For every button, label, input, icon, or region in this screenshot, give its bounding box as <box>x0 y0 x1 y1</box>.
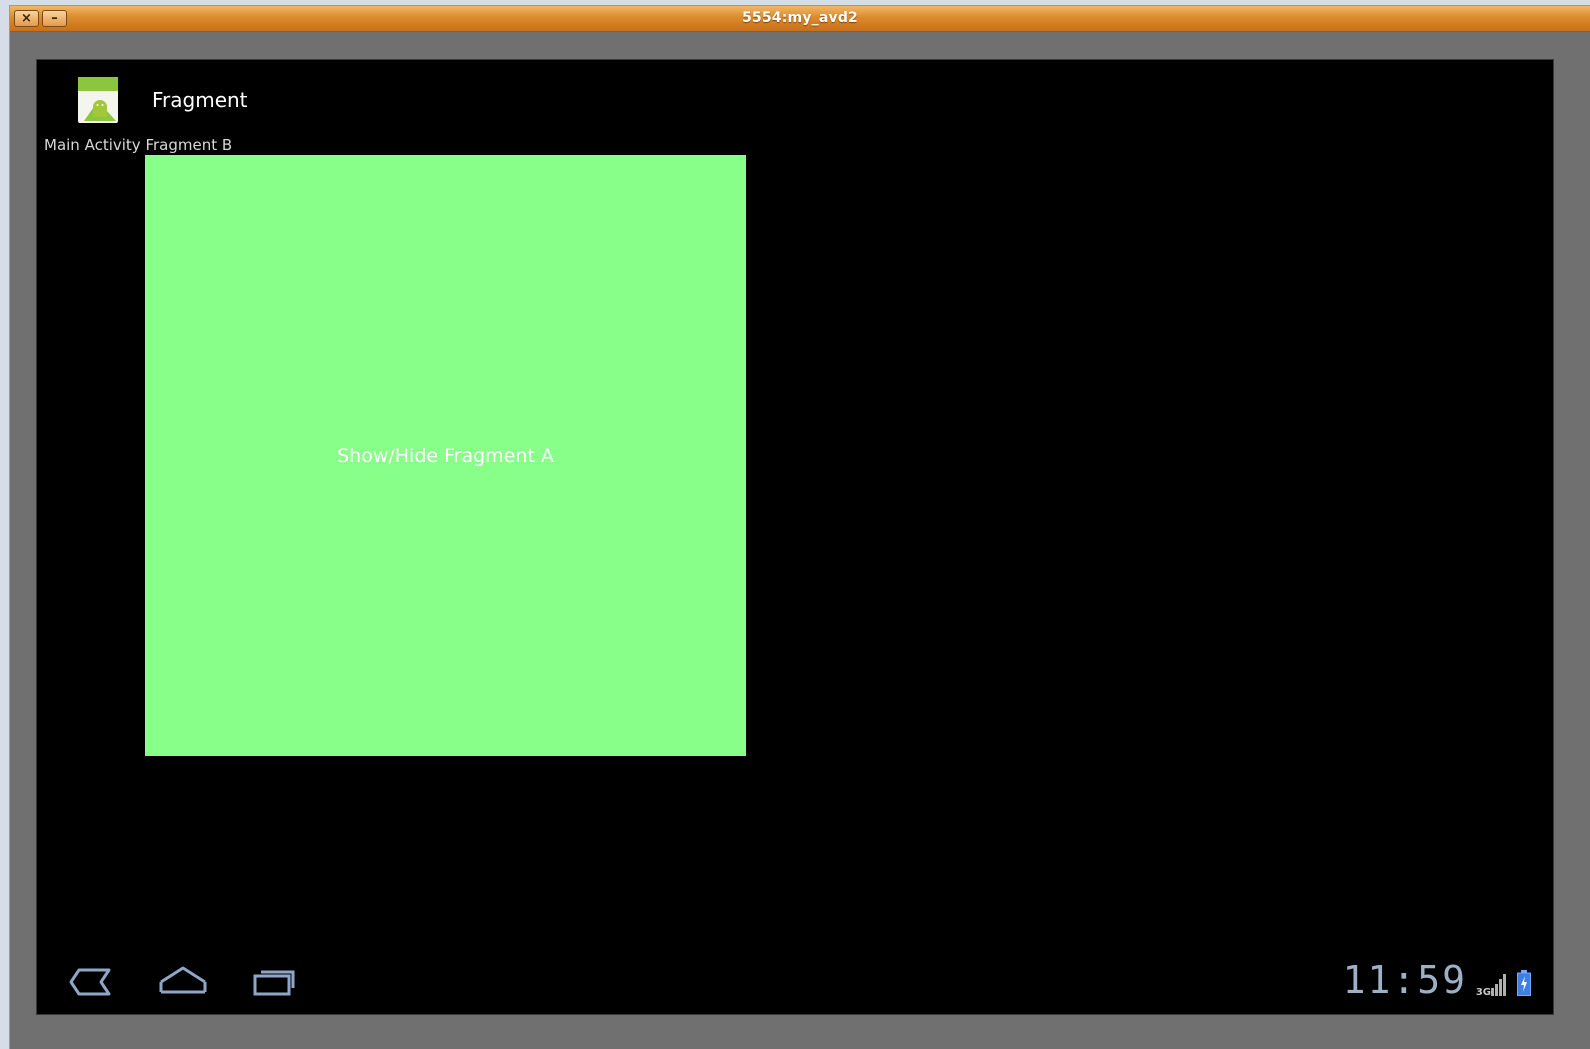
battery-charging-icon <box>1517 970 1531 996</box>
system-navigation-bar: 11:59 3G <box>37 944 1553 1014</box>
app-title: Fragment <box>152 88 248 112</box>
home-icon[interactable] <box>155 962 211 1002</box>
network-type-label: 3G <box>1475 987 1491 998</box>
device-screen: Fragment Main Activity Fragment B Show/H… <box>36 59 1554 1015</box>
android-app-icon <box>78 77 118 123</box>
window-title: 5554:my_avd2 <box>741 10 858 26</box>
status-clock: 11:59 <box>1342 958 1467 1002</box>
emulator-window: × – 5554:my_avd2 Fragment Main Activity … <box>10 6 1590 1049</box>
signal-strength-icon <box>1491 974 1506 996</box>
window-titlebar[interactable]: × – 5554:my_avd2 <box>10 6 1590 32</box>
show-hide-fragment-a-label: Show/Hide Fragment A <box>337 444 554 467</box>
back-icon[interactable] <box>61 962 117 1002</box>
show-hide-fragment-a-button[interactable]: Show/Hide Fragment A <box>145 155 746 756</box>
main-activity-label: Main Activity Fragment B <box>44 136 233 154</box>
recent-apps-icon[interactable] <box>247 962 303 1002</box>
